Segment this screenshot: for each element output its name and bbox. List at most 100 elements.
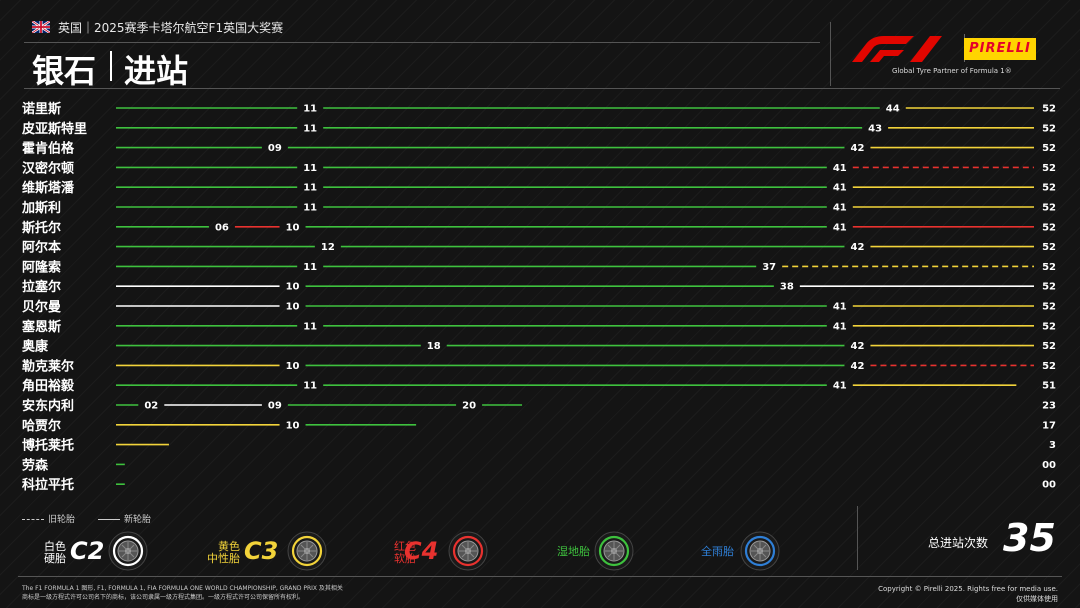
pit-lap-label: 11 (303, 104, 317, 115)
pit-lap-label: 02 (144, 401, 158, 412)
pit-lap-label: 09 (268, 401, 282, 412)
final-lap-label: 52 (1042, 143, 1056, 154)
tyre-type-name: 中性胎 (207, 552, 240, 565)
pit-lap-label: 41 (833, 302, 847, 313)
pit-lap-label: 37 (762, 262, 776, 273)
driver-name: 霍肯伯格 (22, 141, 75, 157)
title-separator (110, 51, 112, 81)
pit-lap-label: 20 (462, 401, 476, 412)
uk-flag-icon (32, 21, 50, 33)
final-lap-label: 52 (1042, 163, 1056, 174)
pit-lap-label: 42 (851, 341, 865, 352)
pit-lap-label: 41 (833, 321, 847, 332)
pit-lap-label: 10 (286, 282, 300, 293)
pit-lap-label: 41 (833, 183, 847, 194)
pit-lap-label: 41 (833, 381, 847, 392)
race-subtitle: 英国｜2025赛季卡塔尔航空F1英国大奖赛 (58, 21, 284, 35)
driver-name: 加斯利 (21, 200, 61, 216)
pit-lap-label: 18 (427, 341, 441, 352)
pit-lap-label: 12 (321, 242, 335, 253)
tyre-compound-code: C4 (404, 537, 439, 565)
legend-new-label: 新轮胎 (124, 515, 152, 525)
final-lap-label: 23 (1042, 401, 1056, 412)
pit-lap-label: 11 (303, 203, 317, 214)
footer-legal-line-2: 商标是一级方程式许可公司名下的商标，该公司隶属一级方程式集团。一级方程式许可公司… (22, 594, 305, 601)
tyre-compound-code: C3 (244, 537, 279, 565)
footer-copyright-line-2: 仅供媒体使用 (1016, 595, 1058, 603)
footer-copyright: Copyright © Pirelli 2025. Rights free fo… (878, 584, 1058, 604)
final-lap-label: 52 (1042, 302, 1056, 313)
final-lap-label: 52 (1042, 222, 1056, 233)
pit-lap-label: 41 (833, 163, 847, 174)
tyre-label: 全雨胎 (701, 546, 734, 558)
tyre-type-name: 全雨胎 (701, 545, 734, 558)
total-stops-label: 总进站次数 (928, 536, 989, 550)
final-lap-label: 52 (1042, 262, 1056, 273)
legend-used-label: 旧轮胎 (48, 515, 76, 525)
pit-lap-label: 06 (215, 222, 229, 233)
header-vertical-divider (830, 22, 831, 86)
final-lap-label: 52 (1042, 321, 1056, 332)
tyre-label: 湿地胎 (557, 546, 590, 558)
final-lap-label: 51 (1042, 381, 1056, 392)
tyre-label: 黄色 中性胎 (207, 541, 240, 565)
footer-legal: The F1 FORMULA 1 图形, F1, FORMULA 1, FIA … (22, 584, 343, 602)
final-lap-label: 52 (1042, 361, 1056, 372)
driver-name: 角田裕毅 (22, 378, 75, 394)
pit-lap-label: 10 (286, 302, 300, 313)
driver-name: 皮亚斯特里 (21, 121, 87, 137)
final-lap-label: 00 (1042, 460, 1056, 471)
final-lap-label: 52 (1042, 123, 1056, 134)
final-lap-label: 52 (1042, 104, 1056, 115)
pit-lap-label: 42 (851, 361, 865, 372)
partner-tagline: Global Tyre Partner of Formula 1® (892, 67, 1012, 75)
legend-used-tyre: 旧轮胎 (22, 512, 75, 525)
footer-divider (18, 576, 1062, 577)
header-divider (24, 42, 820, 43)
driver-name: 勒克莱尔 (22, 358, 74, 374)
pit-lap-label: 10 (286, 361, 300, 372)
header: 英国｜2025赛季卡塔尔航空F1英国大奖赛 银石 进站 PIRELLI Glob… (0, 0, 1080, 92)
pit-lap-label: 42 (851, 242, 865, 253)
driver-name: 贝尔曼 (22, 299, 61, 315)
tyre-type-name: 湿地胎 (557, 545, 590, 558)
final-lap-label: 52 (1042, 242, 1056, 253)
tyre-type-name: 硬胎 (44, 552, 66, 565)
page-title-topic: 进站 (124, 52, 189, 90)
pit-lap-label: 11 (303, 381, 317, 392)
tyre-compound-code: C2 (70, 537, 105, 565)
pit-lap-label: 38 (780, 282, 794, 293)
pit-lap-label: 11 (303, 262, 317, 273)
final-lap-label: 3 (1049, 440, 1056, 451)
total-stops-value: 35 (1003, 516, 1056, 560)
footer-copyright-line-1: Copyright © Pirelli 2025. Rights free fo… (878, 585, 1058, 593)
driver-name: 奥康 (22, 339, 49, 355)
pit-lap-label: 41 (833, 203, 847, 214)
pit-lap-label: 10 (286, 222, 300, 233)
summary-divider (857, 506, 858, 570)
header-bottom-divider (24, 88, 1060, 89)
driver-name: 阿隆索 (22, 259, 61, 275)
driver-name: 劳森 (22, 457, 49, 473)
driver-name: 哈贾尔 (22, 418, 61, 434)
pit-lap-label: 41 (833, 222, 847, 233)
legend-new-tyre: 新轮胎 (98, 512, 151, 525)
tyre-icon (287, 531, 327, 571)
driver-name: 塞恩斯 (22, 319, 61, 335)
pit-lap-label: 09 (268, 143, 282, 154)
tyre-icon (740, 531, 780, 571)
driver-name: 诺里斯 (22, 101, 61, 117)
final-lap-label: 52 (1042, 282, 1056, 293)
final-lap-label: 52 (1042, 341, 1056, 352)
driver-name: 科拉平托 (22, 477, 74, 493)
driver-name: 安东内利 (22, 398, 74, 414)
tyre-icon (448, 531, 488, 571)
pit-lap-label: 11 (303, 321, 317, 332)
driver-name: 拉塞尔 (22, 279, 61, 295)
tyre-label: 白色 硬胎 (44, 541, 66, 565)
final-lap-label: 52 (1042, 183, 1056, 194)
pirelli-logo: PIRELLI (964, 38, 1036, 60)
driver-name: 汉密尔顿 (22, 160, 74, 176)
solid-line-icon (98, 519, 120, 520)
pit-lap-label: 10 (286, 420, 300, 431)
